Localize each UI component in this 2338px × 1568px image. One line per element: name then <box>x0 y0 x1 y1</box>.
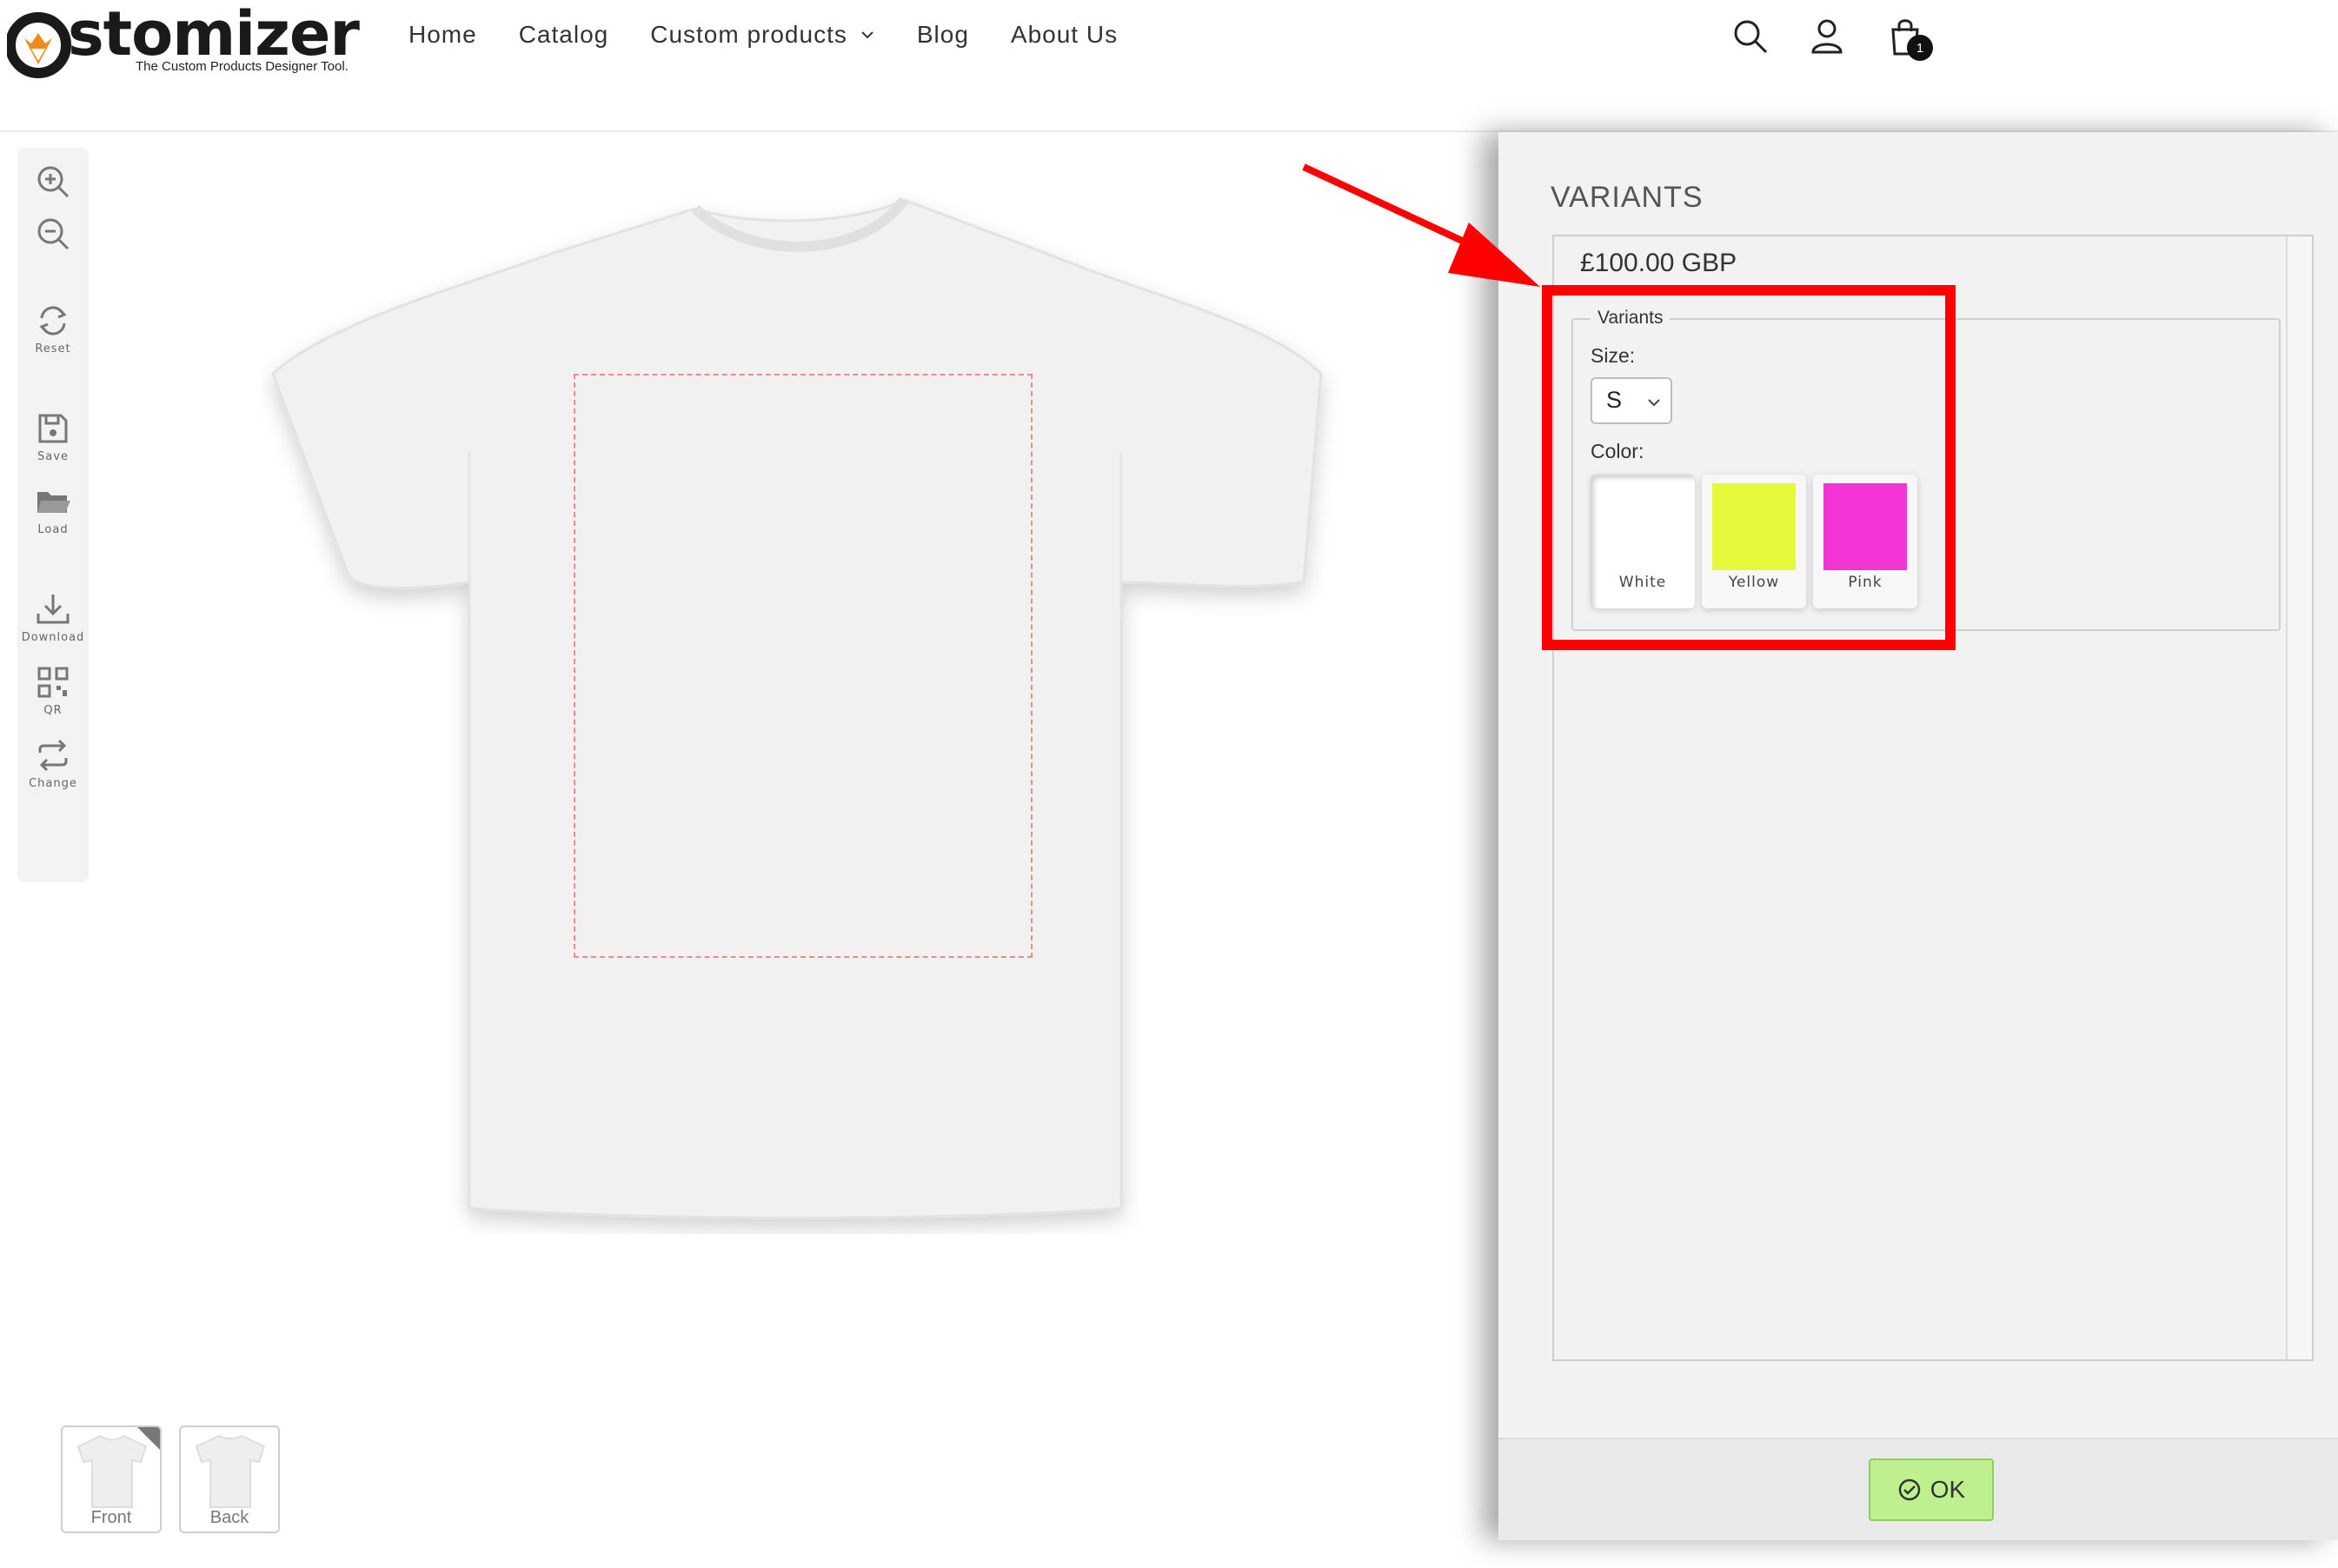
variants-panel: VARIANTS £100.00 GBP Variants Size: S Co… <box>1498 132 2338 1540</box>
fox-mark-icon <box>7 12 71 78</box>
download-icon <box>37 595 70 624</box>
chevron-down-icon <box>1648 399 1660 407</box>
print-area[interactable] <box>574 374 1033 958</box>
logo-tagline: The Custom Products Designer Tool. <box>136 59 349 74</box>
color-chip-yellow <box>1712 483 1796 570</box>
save-label: Save <box>37 450 69 463</box>
reset-icon <box>39 306 67 336</box>
qr-label: QR <box>43 704 63 717</box>
color-name-yellow: Yellow <box>1728 574 1780 591</box>
color-chip-pink <box>1823 483 1907 570</box>
panel-title: VARIANTS <box>1551 181 1704 214</box>
nav-about-us[interactable]: About Us <box>1011 21 1118 49</box>
chevron-down-icon <box>861 31 873 39</box>
zoom-in-button[interactable] <box>17 163 89 200</box>
change-icon <box>38 739 68 772</box>
search-icon[interactable] <box>1730 16 1771 57</box>
fieldset-legend: Variants <box>1591 308 1670 329</box>
site-logo[interactable]: stomizer The Custom Products Designer To… <box>7 0 360 83</box>
save-button[interactable]: Save <box>17 410 89 463</box>
color-name-white: White <box>1618 574 1667 591</box>
nav-home[interactable]: Home <box>408 21 477 49</box>
view-label-front: Front <box>90 1508 132 1527</box>
designer-toolbar: Reset Save Load Download QR Change <box>17 148 89 882</box>
change-product-button[interactable]: Change <box>17 737 89 790</box>
reset-button[interactable]: Reset <box>17 302 89 355</box>
site-header: stomizer The Custom Products Designer To… <box>0 0 2338 132</box>
variants-content-box: £100.00 GBP Variants Size: S Color: Whit… <box>1552 235 2314 1361</box>
zoom-in-icon <box>37 166 70 198</box>
folder-icon <box>37 492 70 513</box>
color-name-pink: Pink <box>1848 574 1883 591</box>
panel-footer: OK <box>1498 1438 2338 1540</box>
view-thumb-front[interactable]: Front <box>61 1425 162 1533</box>
view-label-back: Back <box>209 1508 249 1527</box>
size-select[interactable]: S <box>1591 377 1672 424</box>
load-button[interactable]: Load <box>17 483 89 536</box>
color-swatch-yellow[interactable]: Yellow <box>1702 475 1806 608</box>
load-label: Load <box>37 523 69 536</box>
save-icon <box>38 414 68 443</box>
nav-blog[interactable]: Blog <box>917 21 969 49</box>
active-view-marker <box>137 1427 160 1450</box>
main-nav: Home Catalog Custom products Blog About … <box>408 21 1159 49</box>
nav-custom-products-label: Custom products <box>650 21 847 48</box>
ok-button[interactable]: OK <box>1869 1458 1994 1521</box>
variants-fieldset: Variants Size: S Color: White Yellow Pin… <box>1571 308 2281 631</box>
zoom-out-button[interactable] <box>17 216 89 252</box>
tshirt-thumb-icon <box>195 1434 266 1508</box>
qr-icon <box>37 667 69 698</box>
color-swatch-pink[interactable]: Pink <box>1813 475 1917 608</box>
nav-catalog[interactable]: Catalog <box>519 21 609 49</box>
color-chip-white <box>1601 483 1684 570</box>
qr-button[interactable]: QR <box>17 664 89 717</box>
ok-button-label: OK <box>1930 1476 1966 1503</box>
nav-custom-products[interactable]: Custom products <box>650 21 875 49</box>
product-price: £100.00 GBP <box>1580 249 1737 277</box>
download-button[interactable]: Download <box>17 591 89 644</box>
size-label: Size: <box>1591 344 1636 367</box>
cart-count-badge: 1 <box>1907 35 1933 61</box>
user-icon[interactable] <box>1806 16 1848 57</box>
zoom-out-icon <box>37 218 70 250</box>
check-circle-icon <box>1898 1478 1921 1501</box>
reset-label: Reset <box>35 342 71 355</box>
view-thumb-back[interactable]: Back <box>179 1425 280 1533</box>
color-swatch-white[interactable]: White <box>1591 475 1695 608</box>
download-label: Download <box>21 631 85 644</box>
color-label: Color: <box>1591 440 1644 462</box>
size-select-value: S <box>1606 387 1623 413</box>
panel-scrollbar[interactable] <box>2286 236 2312 1359</box>
change-label: Change <box>29 777 77 790</box>
